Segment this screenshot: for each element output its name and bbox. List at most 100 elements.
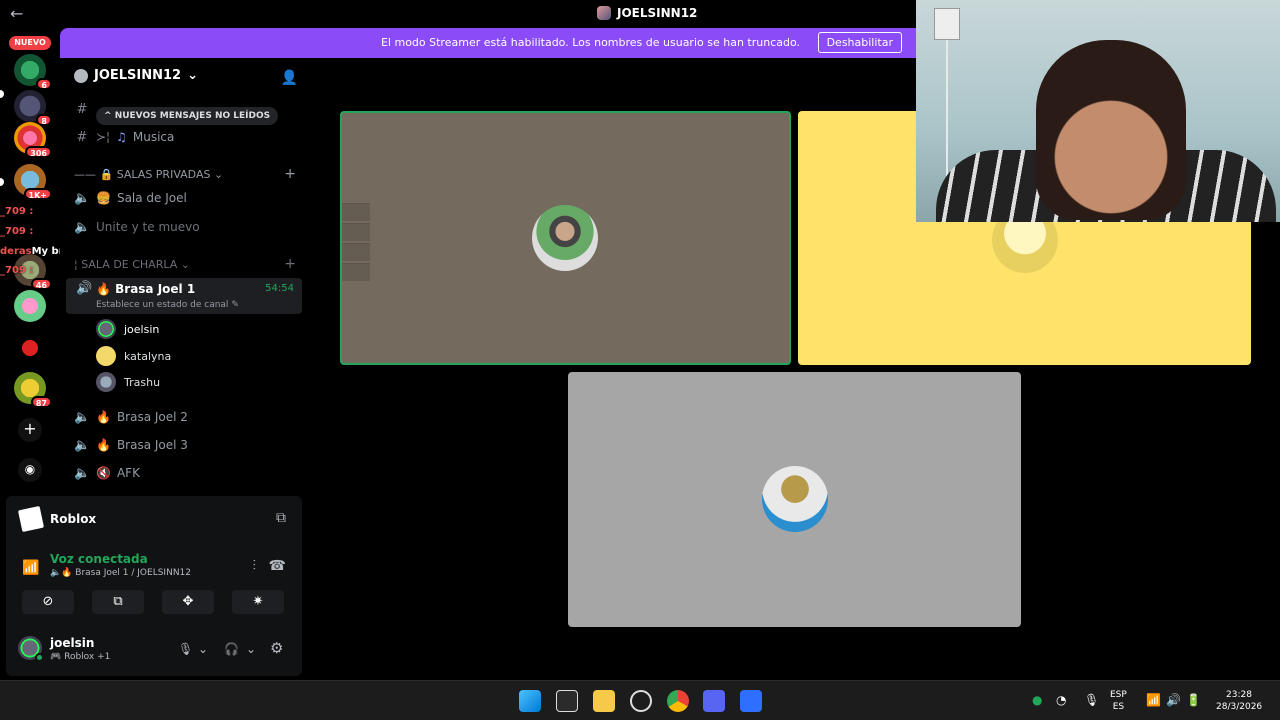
voice-status-subtitle[interactable]: 🔈🔥 Brasa Joel 1 / JOELSINN12	[50, 568, 191, 578]
channel-sala-de-joel[interactable]: 🔈 🍔 Sala de Joel	[74, 187, 187, 209]
add-channel-icon[interactable]: +	[284, 166, 296, 182]
unread-pip	[0, 178, 4, 186]
streamer-mode-banner: El modo Streamer está habilitado. Los no…	[60, 28, 920, 58]
add-channel-icon[interactable]: +	[284, 256, 296, 272]
microphone-icon[interactable]: 🎙	[178, 642, 193, 656]
active-voice-channel[interactable]: 🔊 🔥 Brasa Joel 1 Establece un estado de …	[66, 278, 302, 314]
channel-unite-y-te-muevo[interactable]: 🔈 Unite y te muevo	[74, 216, 200, 238]
back-arrow-icon[interactable]: ←	[10, 4, 23, 23]
music-note-icon: ♫	[116, 130, 127, 144]
server-icon[interactable]	[14, 290, 46, 322]
server-icon[interactable]: 1K+	[14, 164, 52, 200]
window-title-text: JOELSINN12	[617, 6, 698, 20]
mention-badge: 1K+	[23, 188, 52, 200]
activity-panel[interactable]: Roblox ⧉	[6, 496, 302, 548]
unread-pill-text: NUEVOS MENSAJES NO LEÍDOS	[114, 111, 271, 121]
discord-icon[interactable]	[703, 690, 725, 712]
server-icon[interactable]: 306	[14, 122, 52, 158]
server-icon[interactable]	[14, 332, 46, 364]
overlay-line: _709 :	[0, 265, 33, 276]
channel-item[interactable]: #	[74, 98, 90, 120]
invite-people-icon[interactable]: 👤	[281, 70, 298, 86]
overlay-prefix: _709 :	[0, 226, 34, 237]
wall-socket	[934, 8, 960, 40]
voice-user[interactable]: joelsin	[96, 318, 159, 340]
channel-brasa-joel-3[interactable]: 🔈 🔥 Brasa Joel 3	[74, 434, 188, 456]
avatar[interactable]	[18, 636, 44, 662]
chrome-icon[interactable]	[667, 690, 689, 712]
start-icon[interactable]	[519, 690, 541, 712]
mention-badge: 6	[36, 78, 52, 90]
channel-sidebar: JOELSINN12 ⌄ 👤 # ^ NUEVOS MENSAJES NO LE…	[60, 58, 310, 494]
server-header[interactable]: JOELSINN12 ⌄	[74, 68, 198, 83]
explore-icon[interactable]: ◉	[18, 458, 42, 482]
channel-name: 🔥 Brasa Joel 1	[96, 282, 196, 296]
battery-icon[interactable]: 🔋	[1186, 693, 1201, 707]
status-dot-icon[interactable]: ●	[1032, 693, 1042, 707]
voice-user[interactable]: Trashu	[96, 371, 160, 393]
user-status: 🎮 Roblox +1	[50, 652, 110, 662]
wifi-icon[interactable]: 📶	[1146, 693, 1161, 707]
soundboard-button[interactable]: ✷	[232, 590, 284, 614]
input-language[interactable]: ESP ES	[1110, 689, 1127, 713]
volume-icon[interactable]: 🔊	[1166, 693, 1181, 707]
windows-taskbar: ● ◔ 🎙 ESP ES 📶 🔊 🔋 23:28 28/3/2026	[0, 680, 1280, 720]
category-salas-privadas[interactable]: —— 🔒 SALAS PRIVADAS ⌄	[74, 168, 223, 181]
chevron-down-icon[interactable]: ⌄	[246, 642, 256, 656]
tile-decoration	[342, 263, 370, 281]
screen-share-icon: ⧉	[113, 594, 123, 609]
obs-icon[interactable]	[630, 690, 652, 712]
new-pill[interactable]: NUEVO	[9, 36, 51, 50]
store-icon[interactable]	[556, 690, 578, 712]
channel-brasa-joel-2[interactable]: 🔈 🔥 Brasa Joel 2	[74, 406, 188, 428]
channel-afk[interactable]: 🔈 🔇 AFK	[74, 462, 140, 484]
video-tile-trashu[interactable]	[568, 372, 1021, 627]
server-icon[interactable]: 8	[14, 90, 52, 126]
online-status-icon	[35, 653, 44, 662]
category-sala-de-charla[interactable]: ¦ SALA DE CHARLA ⌄	[74, 258, 190, 271]
avatar	[532, 205, 598, 271]
server-icon[interactable]: 6	[14, 54, 52, 90]
chevron-down-icon[interactable]: ⌄	[198, 642, 208, 656]
new-unread-pill[interactable]: ^ NUEVOS MENSAJES NO LEÍDOS	[96, 107, 279, 125]
file-explorer-icon[interactable]	[593, 690, 615, 712]
disconnect-icon[interactable]: ☎	[269, 558, 286, 574]
hash-icon: #	[76, 129, 88, 145]
user-name[interactable]: joelsin	[50, 636, 94, 650]
camera-off-button[interactable]: ⊘	[22, 590, 74, 614]
channel-name: Brasa Joel 3	[116, 438, 188, 452]
noise-suppression-icon[interactable]: ⫶	[253, 558, 257, 574]
clock[interactable]: 23:28 28/3/2026	[1216, 689, 1262, 713]
overlay-prefix: _709 :	[0, 265, 34, 276]
channel-musica[interactable]: # ≻¦ ♫ Musica	[74, 126, 175, 148]
lock-icon: 🔒	[99, 168, 114, 181]
speaker-icon: 🔈	[74, 465, 91, 481]
game-name: Roblox	[50, 512, 97, 526]
settings-gear-icon[interactable]: ⚙	[270, 639, 283, 657]
voice-status-title[interactable]: Voz conectada	[50, 552, 148, 566]
voice-user[interactable]: katalyna	[96, 345, 171, 367]
tray-mic-icon[interactable]: 🎙	[1084, 693, 1099, 707]
window-title: JOELSINN12	[597, 6, 697, 20]
app-icon[interactable]	[740, 690, 762, 712]
speaker-icon: 🔈	[74, 437, 91, 453]
speaker-icon: 🔊	[76, 281, 93, 296]
activities-button[interactable]: ✥	[162, 590, 214, 614]
disable-streamer-button[interactable]: Deshabilitar	[817, 32, 902, 53]
tray-app-icon[interactable]: ◔	[1056, 693, 1066, 707]
headphones-icon[interactable]: 🎧	[224, 642, 239, 656]
add-server-icon[interactable]: +	[18, 418, 42, 442]
server-icon[interactable]: 87	[14, 372, 52, 408]
category-name: SALA DE CHARLA	[81, 258, 178, 271]
overlay-prefix: deras	[0, 246, 32, 257]
channel-name: Brasa Joel 2	[116, 410, 188, 424]
share-screen-button[interactable]: ⧉	[92, 590, 144, 614]
tile-decoration	[342, 223, 370, 241]
signal-icon[interactable]: 📶	[22, 560, 39, 576]
video-tile-joelsin[interactable]	[340, 111, 791, 365]
voice-connection-panel: 📶 Voz conectada 🔈🔥 Brasa Joel 1 / JOELSI…	[6, 548, 302, 676]
share-screen-icon[interactable]: ⧉	[276, 510, 286, 526]
webcam-overlay	[916, 0, 1280, 222]
channel-name-text: Brasa Joel 1	[115, 282, 196, 296]
channel-status[interactable]: Establece un estado de canal ✎	[96, 300, 239, 310]
